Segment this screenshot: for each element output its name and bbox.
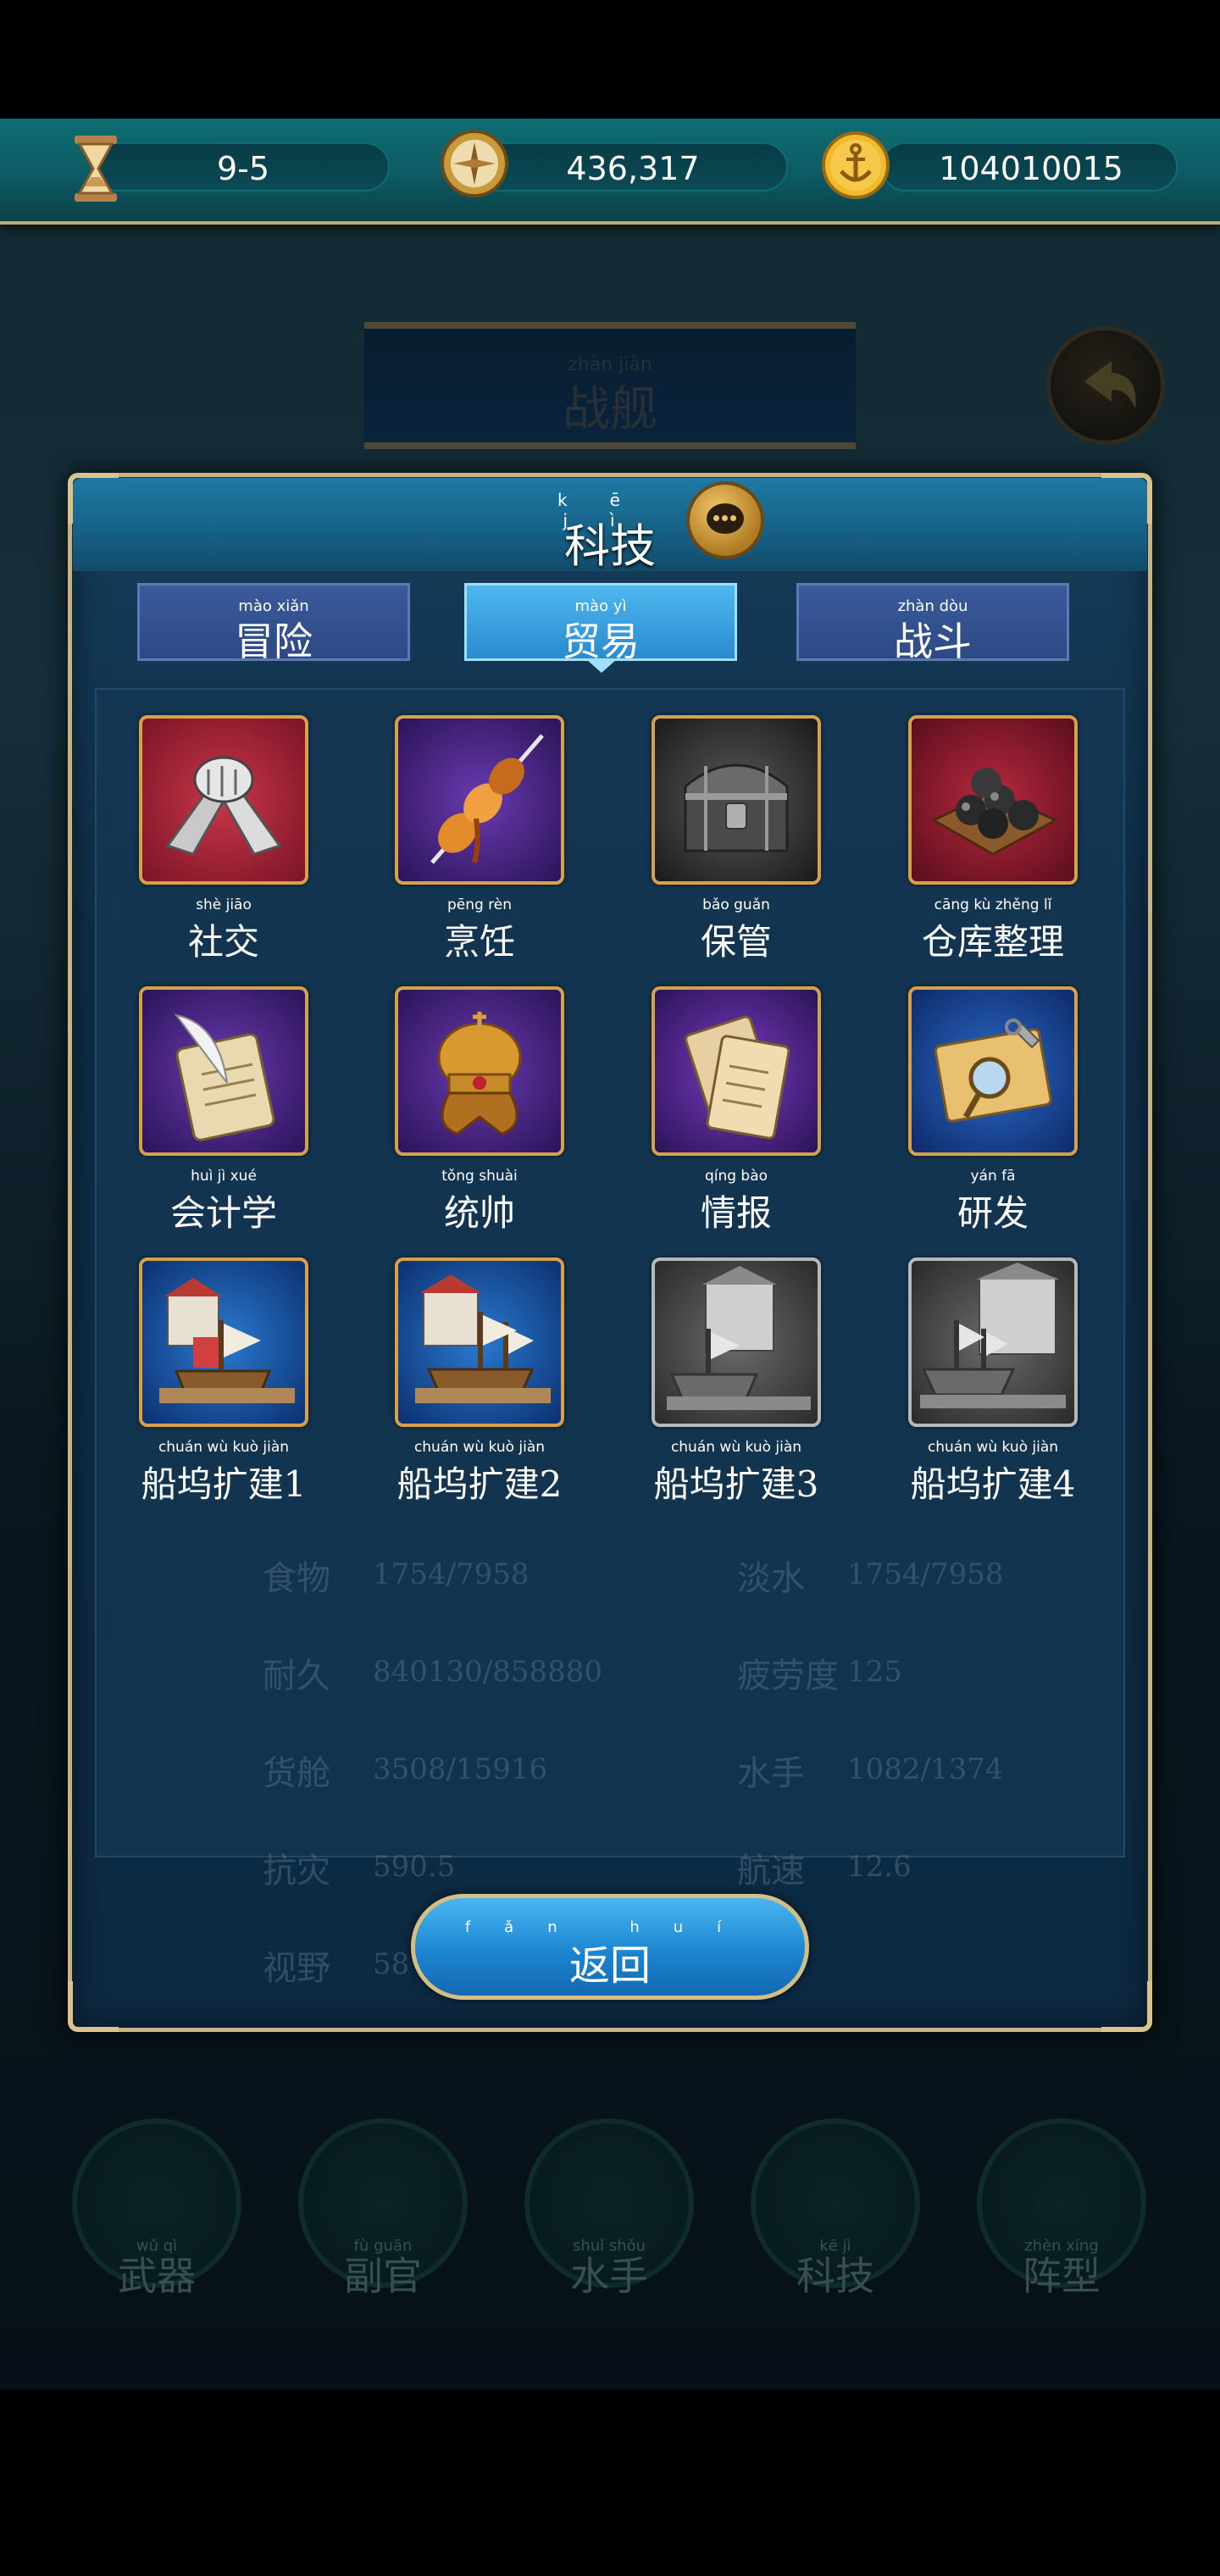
tech-label: 社交 [187, 921, 259, 963]
handshake-icon [139, 715, 308, 885]
tech-label: 船坞扩建4 [910, 1463, 1076, 1505]
tech-label: 船坞扩建1 [141, 1463, 307, 1505]
ghost-stat-value: 1082/1374 [847, 1752, 1004, 1786]
stage-value: 9-5 [216, 150, 270, 187]
return-button[interactable]: fǎn huí 返回 [411, 1894, 809, 2000]
tab-trade[interactable]: mào yì 贸易 [464, 583, 737, 664]
panel-corner-ornament [68, 1981, 119, 2032]
tab-combat[interactable]: zhàn dòu 战斗 [796, 583, 1069, 664]
dock-icon [139, 1257, 308, 1427]
tech-pinyin: huì jì xué [191, 1168, 257, 1185]
research-icon [908, 986, 1078, 1156]
tech-label: 统帅 [443, 1192, 515, 1234]
tech-pinyin: pēng rèn [446, 897, 513, 913]
tech-label: 船坞扩建3 [653, 1463, 819, 1505]
ghost-stat-value: 12.6 [847, 1850, 912, 1884]
ghost-stat-name: 货舱 [263, 1754, 330, 1793]
chest-icon [652, 715, 821, 885]
coin-pill: 104010015 [881, 142, 1178, 192]
ghost-stat-name: 水手 [737, 1754, 805, 1793]
tech-pinyin: qíng bào [704, 1168, 768, 1185]
dock-icon [908, 1257, 1078, 1427]
tech-label: 船坞扩建2 [396, 1463, 563, 1505]
tech-label: 研发 [957, 1192, 1029, 1234]
tech-pinyin: tǒng shuài [441, 1168, 518, 1185]
tech-pinyin: yán fā [970, 1168, 1016, 1185]
tech-pinyin: chuán wù kuò jiàn [413, 1439, 546, 1456]
tech-label: 情报 [700, 1192, 772, 1234]
ghost-stat-value: 1754/7958 [373, 1557, 530, 1591]
tech-label: 会计学 [169, 1192, 277, 1234]
dock-icon [652, 1257, 821, 1427]
tech-label: 仓库整理 [921, 921, 1064, 963]
tab-combat-label: 战斗 [894, 619, 972, 664]
dock-icon [395, 1257, 564, 1427]
ghost-stat-value: 58 [373, 1947, 410, 1981]
compass-pill: 436,317 [474, 142, 788, 192]
coin-value: 104010015 [939, 150, 1123, 187]
ghost-stat-name: 淡水 [737, 1559, 805, 1598]
panel-corner-ornament [1101, 1981, 1152, 2032]
ghost-stat-value: 3508/15916 [373, 1752, 548, 1786]
crown-icon [395, 986, 564, 1156]
ghost-stat-value: 1754/7958 [847, 1557, 1004, 1591]
tech-pinyin: cāng kù zhěng lǐ [934, 897, 1052, 913]
tech-pinyin: shè jiāo [196, 897, 252, 913]
panel-corner-ornament [68, 473, 119, 524]
ghost-stat-value: 125 [847, 1655, 902, 1689]
compass-value: 436,317 [566, 150, 700, 187]
active-tab-indicator [586, 659, 617, 673]
tech-pinyin: chuán wù kuò jiàn [158, 1439, 290, 1456]
skewer-icon [395, 715, 564, 885]
ghost-stat-name: 航速 [737, 1852, 805, 1890]
chat-icon[interactable] [686, 481, 764, 559]
return-label: 返回 [568, 1942, 651, 1990]
anchor-coin-icon [818, 127, 894, 203]
ghost-stat-value: 840130/858880 [373, 1655, 603, 1689]
ghost-stat-name: 耐久 [263, 1657, 330, 1696]
ghost-stat-name: 视野 [263, 1949, 330, 1988]
stage-pill: 9-5 [93, 142, 390, 192]
scrolls-icon [652, 986, 821, 1156]
cannonballs-icon [908, 715, 1078, 885]
resource-bar: 9-5 436,317 104010015 [0, 119, 1220, 225]
hourglass-icon [58, 130, 134, 207]
ghost-stat-name: 疲劳度 [737, 1657, 839, 1696]
panel-title: 科技 [564, 519, 656, 573]
quill-scroll-icon [139, 986, 308, 1156]
tech-label: 烹饪 [443, 921, 515, 963]
tab-adventure[interactable]: mào xiǎn 冒险 [137, 583, 410, 664]
ghost-stat-name: 抗灾 [263, 1852, 330, 1890]
ghost-stat-name: 食物 [263, 1559, 330, 1598]
tech-pinyin: chuán wù kuò jiàn [927, 1439, 1059, 1456]
panel-corner-ornament [1101, 473, 1152, 524]
ghost-stat-value: 590.5 [373, 1850, 456, 1884]
compass-icon [436, 125, 513, 202]
tech-pinyin: bǎo guǎn [702, 897, 770, 913]
tech-pinyin: chuán wù kuò jiàn [670, 1439, 802, 1456]
tech-label: 保管 [700, 921, 772, 963]
tab-adventure-label: 冒险 [235, 619, 313, 664]
